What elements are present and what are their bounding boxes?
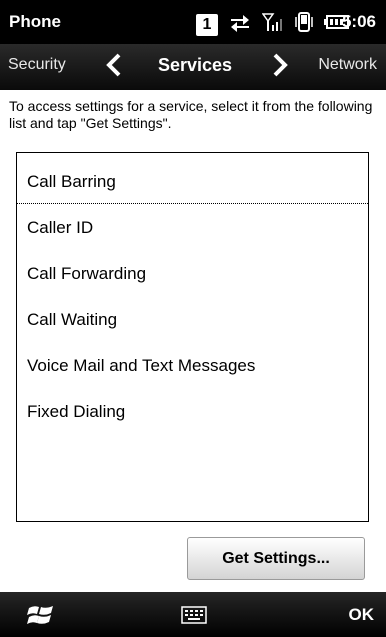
data-transfer-icon [228, 11, 252, 38]
list-item-call-waiting[interactable]: Call Waiting [17, 298, 368, 342]
tab-network[interactable]: Network [318, 56, 377, 74]
clock: 5:06 [341, 12, 376, 31]
list-item-call-barring[interactable]: Call Barring [17, 160, 368, 204]
services-list[interactable]: Call Barring Caller ID Call Forwarding C… [16, 152, 369, 522]
windows-start-icon[interactable] [27, 602, 55, 633]
sim-number-badge: 1 [196, 13, 218, 36]
instruction-text: To access settings for a service, select… [9, 98, 373, 131]
list-item-caller-id[interactable]: Caller ID [17, 206, 368, 250]
phone-vibrate-icon [294, 11, 314, 38]
list-item-label: Call Barring [27, 171, 116, 191]
softkey-bar: OK [0, 592, 386, 637]
list-item-label: Call Waiting [27, 310, 118, 329]
ok-softkey[interactable]: OK [349, 605, 375, 625]
list-item-fixed-dialing[interactable]: Fixed Dialing [17, 390, 368, 434]
list-item-label: Fixed Dialing [27, 402, 126, 421]
list-item-voice-mail[interactable]: Voice Mail and Text Messages [17, 344, 368, 388]
tab-services[interactable]: Services [158, 55, 232, 76]
chevron-left-icon[interactable] [104, 52, 124, 83]
list-item-label: Voice Mail and Text Messages [27, 356, 256, 375]
status-icons: 1 [196, 11, 350, 38]
app-title: Phone [9, 12, 61, 31]
tab-navigation-bar: Security Services Network [0, 44, 386, 90]
get-settings-button[interactable]: Get Settings... [187, 537, 365, 580]
keyboard-icon[interactable] [181, 606, 207, 629]
list-item-label: Caller ID [27, 218, 94, 237]
signal-strength-icon [261, 11, 284, 38]
list-item-label: Call Forwarding [27, 264, 147, 283]
tab-security[interactable]: Security [8, 56, 66, 74]
chevron-right-icon[interactable] [270, 52, 290, 83]
list-item-call-forwarding[interactable]: Call Forwarding [17, 252, 368, 296]
status-bar: Phone 1 5:06 [0, 0, 386, 44]
